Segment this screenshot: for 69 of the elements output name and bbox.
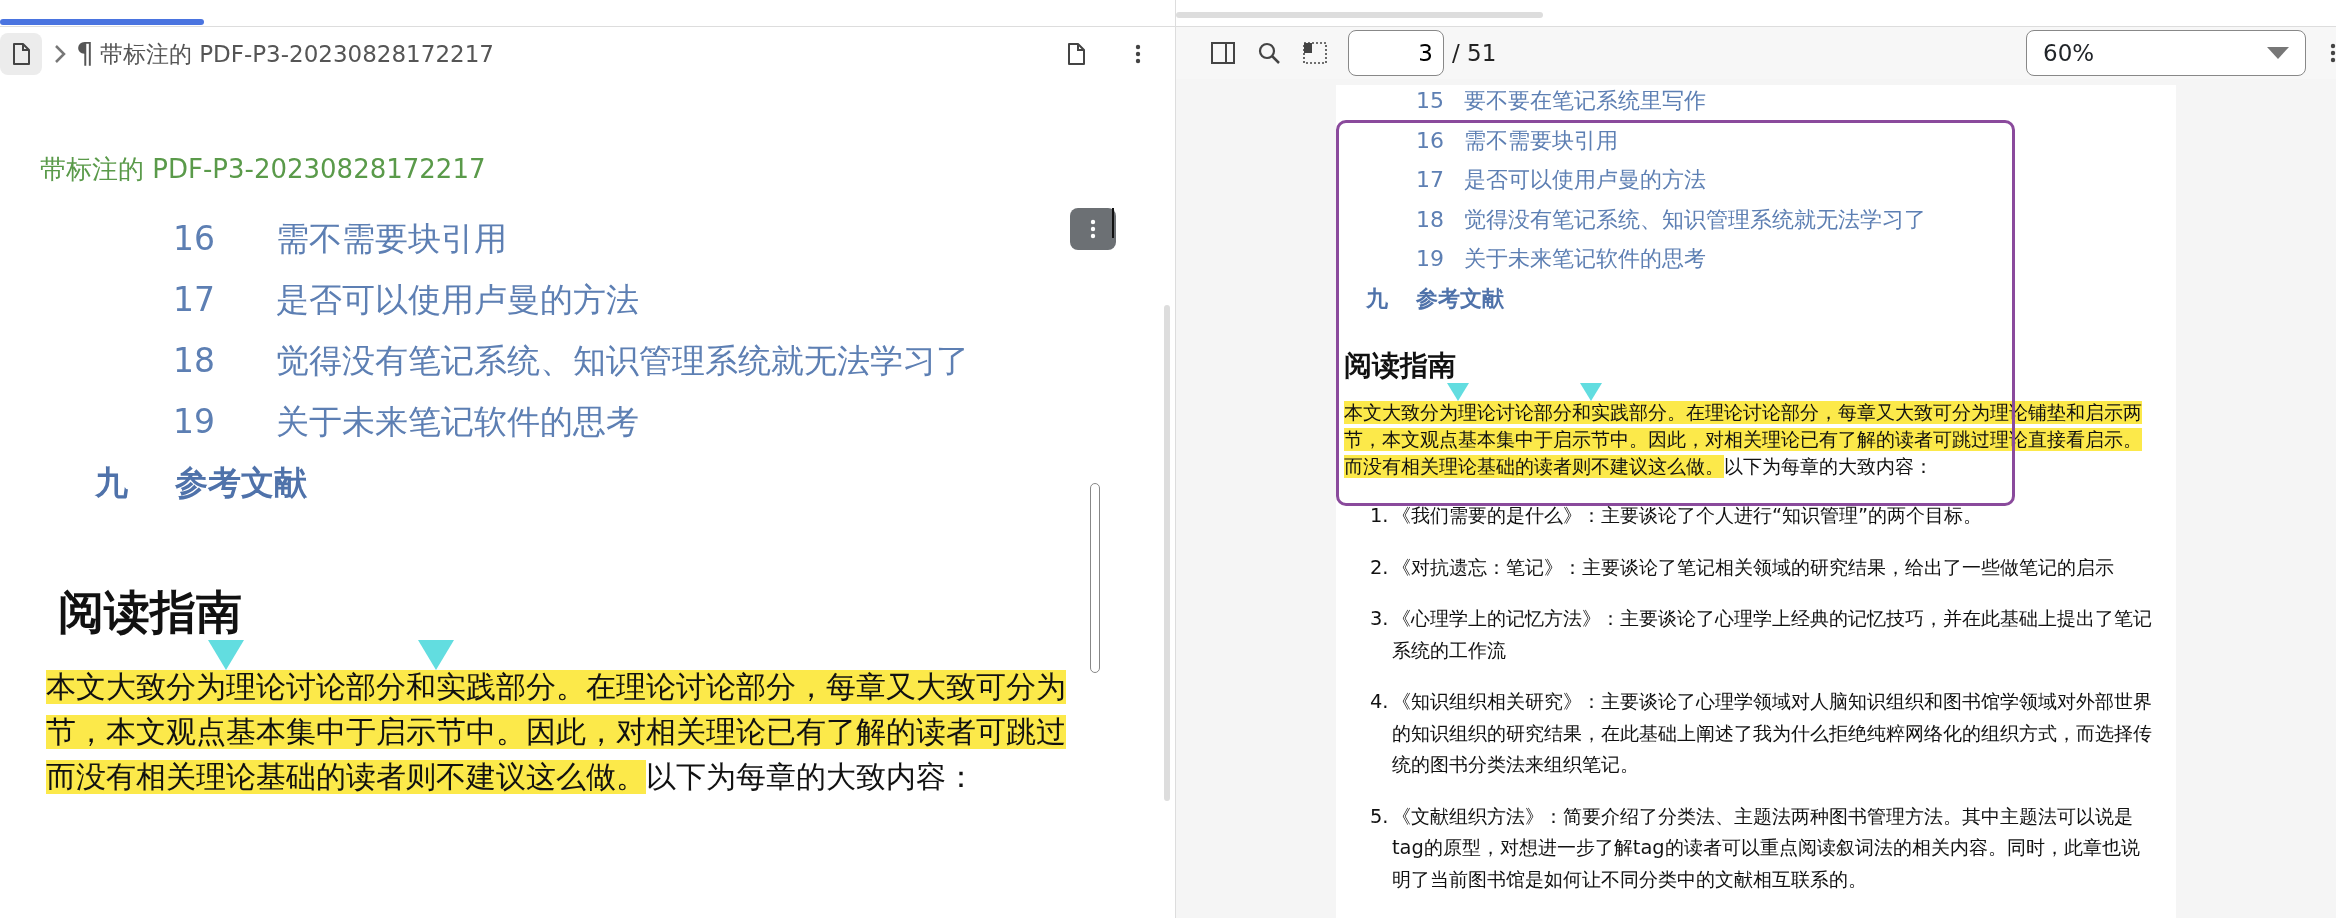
- block-menu-button[interactable]: [1070, 208, 1116, 250]
- resize-handle[interactable]: [1090, 483, 1100, 673]
- text-cursor: [1112, 208, 1114, 238]
- note-title: 带标注的 PDF-P3-20230828172217: [40, 156, 487, 182]
- more-icon: [1090, 219, 1096, 239]
- toc-entry: 觉得没有笔记系统、知识管理系统就无法学习了: [276, 341, 969, 380]
- toc-entry: 关于未来笔记软件的思考: [276, 402, 639, 441]
- chapter-title: 参考文献: [1416, 285, 1504, 311]
- document-icon: [10, 42, 32, 66]
- toc-number: 19: [172, 401, 216, 443]
- triangle-marker-icon[interactable]: [418, 640, 454, 670]
- paragraph-text: 以下为每章的大致内容：: [1724, 454, 1933, 478]
- list-number: 2.: [1370, 554, 1390, 581]
- toc-entry: 是否可以使用卢曼的方法: [276, 280, 639, 319]
- toc-entry: 需不需要块引用: [276, 219, 507, 258]
- toc-entry: 觉得没有笔记系统、知识管理系统就无法学习了: [1464, 206, 1926, 232]
- triangle-marker-icon[interactable]: [1447, 383, 1469, 401]
- list-number: 5.: [1370, 803, 1390, 830]
- toc-entry: 需不需要块引用: [1464, 127, 1618, 153]
- more-icon: [1135, 44, 1141, 64]
- section-heading: 阅读指南: [58, 589, 243, 635]
- list-item-text: 《对抗遗忘：笔记》：主要谈论了笔记相关领域的研究结果，给出了一些做笔记的启示: [1392, 554, 2115, 581]
- highlighted-text: 节，本文观点基本集中于启示节中。因此，对相关理论已有了解的读者可跳过: [46, 715, 1066, 749]
- list-item-text: 《文献组织方法》：简要介绍了分类法、主题法两种图书管理方法。其中主题法可以说是tag的原型，对想进一步了解tag的读者可以重点阅读叙词法的相关内容。同时，此章也说明了当前图书馆是如何让不同分类中的文献相互联系的。: [1392, 803, 2141, 893]
- list-number: 1.: [1370, 503, 1390, 530]
- toc-number: 16: [1415, 126, 1445, 155]
- chapter-title: 参考文献: [175, 463, 307, 502]
- paragraph-text: 以下为每章的大致内容：: [646, 760, 976, 794]
- highlighted-text: 理论讨论部分和: [226, 670, 436, 704]
- section-heading: 阅读指南: [1344, 352, 1457, 380]
- chevron-right-icon: [54, 44, 66, 64]
- highlighted-text: 本文大致分为: [46, 670, 226, 704]
- toc-entry: 关于未来笔记软件的思考: [1464, 246, 1706, 271]
- toc-number: 16: [172, 218, 216, 260]
- highlighted-text: 理论讨论部分和: [1458, 401, 1591, 424]
- toc-number: 18: [1415, 205, 1445, 234]
- toc-number: 15: [1415, 87, 1445, 115]
- chapter-number: 九: [1366, 284, 1389, 313]
- list-number: 4.: [1370, 689, 1390, 716]
- list-item-text: 《知识组织相关研究》：主要谈论了心理学领域对人脑知识组织和图书馆学领域对外部世界的知识组织的研究结果，在此基础上阐述了我为什么拒绝纯粹网络化的组织方式，而选择传统的图书分类法来组织笔记。: [1392, 689, 2153, 779]
- toc-entry: 是否可以使用卢曼的方法: [1464, 167, 1706, 192]
- toc-number: 19: [1415, 245, 1445, 273]
- page-count: / 51: [1452, 38, 1497, 68]
- zoom-select[interactable]: 60%: [2026, 30, 2306, 76]
- chapter-number: 九: [95, 462, 129, 504]
- toc-entry: 要不要在笔记系统里写作: [1464, 88, 1706, 113]
- highlighted-text: 本文大致分为: [1344, 401, 1458, 424]
- triangle-marker-icon[interactable]: [1580, 383, 1602, 401]
- selection-icon: [1303, 42, 1327, 64]
- sidebar-icon: [1211, 42, 1235, 64]
- document-button[interactable]: [0, 33, 42, 75]
- page-number-field[interactable]: 3: [1348, 30, 1444, 76]
- highlighted-text: 实践部分。在理论讨论部分，每章又大致可分为: [436, 670, 1066, 704]
- pilcrow-icon: ¶: [76, 33, 94, 75]
- more-icon: [2330, 43, 2336, 63]
- breadcrumb-title[interactable]: 带标注的 PDF-P3-20230828172217: [99, 36, 494, 72]
- highlighted-text: 而没有相关理论基础的读者则不建议这么做。: [1344, 454, 1724, 478]
- triangle-marker-icon[interactable]: [208, 640, 244, 670]
- search-icon: [1258, 42, 1280, 64]
- document-icon: [1065, 42, 1087, 66]
- list-number: 3.: [1370, 606, 1390, 633]
- toc-number: 18: [172, 340, 216, 382]
- toc-number: 17: [1415, 166, 1445, 194]
- list-item-text: 《我们需要的是什么》：主要谈论了个人进行“知识管理”的两个目标。: [1392, 503, 1984, 530]
- toc-number: 17: [172, 279, 216, 321]
- highlighted-text: 而没有相关理论基础的读者则不建议这么做。: [46, 760, 646, 794]
- scrollbar[interactable]: [1164, 305, 1170, 801]
- caret-down-icon: [2267, 47, 2289, 59]
- list-item-text: 《心理学上的记忆方法》：主要谈论了心理学上经典的记忆技巧，并在此基础上提出了笔记系统的工作流: [1392, 606, 2153, 664]
